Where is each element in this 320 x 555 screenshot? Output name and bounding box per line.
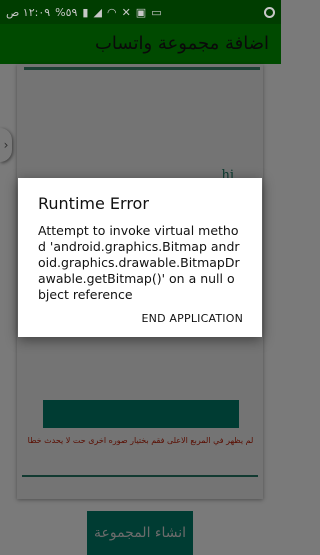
warning-text: لم يظهر في المربع الاعلى فقم بختيار صوره… [27,436,254,445]
status-bar: ١٢:٠٩ ص %٥٩ ▮ ◢ ◠ ✕ ▣ ▭ [0,0,281,24]
battery-percent: %٥٩ [55,5,78,19]
status-right [264,6,275,18]
runtime-error-dialog: Runtime Error Attempt to invoke virtual … [18,178,262,337]
end-application-button[interactable]: END APPLICATION [141,312,243,325]
drawer-handle[interactable]: › [0,128,12,162]
photo-icon: ▭ [151,5,162,19]
app-bar: اضافة مجموعة واتساب [0,24,281,64]
gallery-icon: ▣ [135,5,147,19]
status-left: ١٢:٠٩ ص %٥٩ ▮ ◢ ◠ ✕ ▣ ▭ [6,6,162,19]
create-group-button[interactable]: انشاء المجموعة [87,511,193,555]
battery-icon: ▮ [82,5,89,19]
group-name-field[interactable] [22,475,258,477]
pick-image-button[interactable] [43,400,239,428]
clock: ١٢:٠٩ ص [6,5,51,19]
dialog-message: Attempt to invoke virtual method 'androi… [38,223,240,302]
page-title: اضافة مجموعة واتساب [94,33,269,54]
notification-dot-icon [264,6,275,18]
signal-icon: ◢ [93,5,102,19]
dialog-title: Runtime Error [38,194,149,213]
chevron-right-icon: › [3,138,9,152]
wifi-icon: ◠ [106,5,117,19]
card-top-divider [24,67,260,70]
mute-icon: ✕ [121,5,131,19]
